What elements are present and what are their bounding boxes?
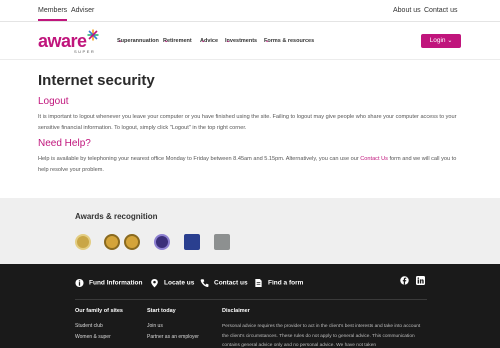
about-us-link[interactable]: About us <box>393 7 421 14</box>
find-a-form-link[interactable]: Find a form <box>254 278 303 288</box>
women-super-link[interactable]: Women & super <box>75 334 111 340</box>
facebook-icon[interactable] <box>400 276 409 285</box>
chevron-down-icon: ⌄ <box>201 38 206 44</box>
chevron-down-icon: ⌄ <box>447 38 453 44</box>
contact-us-link[interactable]: Contact us <box>424 7 457 14</box>
tab-adviser[interactable]: Adviser <box>71 7 94 14</box>
linkedin-icon[interactable] <box>416 276 425 285</box>
main-nav: aware SUPER Superannuation ⌄ Retirement ⌄ … <box>0 22 500 60</box>
map-pin-icon <box>151 278 158 288</box>
award-badge-icon <box>75 234 91 250</box>
help-paragraph: Help is available by telephoning your ne… <box>38 154 468 176</box>
logout-paragraph: It is important to logout whenever you l… <box>38 114 457 131</box>
quick-link-label: Contact us <box>214 279 248 287</box>
nav-label: Forms & resources <box>264 38 315 44</box>
help-heading: Need Help? <box>38 138 91 149</box>
award-badge-icon <box>184 234 200 250</box>
document-icon <box>255 278 262 288</box>
info-icon <box>75 278 84 288</box>
disclaimer-text: Personal advice requires the provider to… <box>222 324 421 348</box>
award-badge-icon <box>154 234 170 250</box>
utility-bar: Members Adviser About us Contact us <box>0 0 500 22</box>
fund-information-link[interactable]: Fund Information <box>75 278 142 288</box>
award-badge-icon <box>104 234 120 250</box>
logout-heading: Logout <box>38 96 69 107</box>
award-badge-icon <box>214 234 230 250</box>
awards-title: Awards & recognition <box>75 212 158 221</box>
start-today-heading: Start today <box>147 308 176 314</box>
logo-wordmark: aware <box>38 31 87 51</box>
contact-us-inline-link[interactable]: Contact Us <box>360 156 388 162</box>
nav-label: Superannuation <box>117 38 159 44</box>
awards-section: Awards & recognition <box>0 198 500 264</box>
chevron-down-icon: ⌄ <box>118 38 123 44</box>
quick-link-label: Find a form <box>268 279 304 287</box>
quick-link-label: Fund Information <box>89 279 143 287</box>
quick-link-label: Locate us <box>164 279 195 287</box>
chevron-down-icon: ⌄ <box>226 38 231 44</box>
logo-star-icon <box>87 29 99 41</box>
phone-icon <box>200 279 209 288</box>
aware-super-logo[interactable]: aware SUPER <box>38 29 100 54</box>
contact-us-footer-link[interactable]: Contact us <box>200 278 248 288</box>
chevron-down-icon: ⌄ <box>265 38 270 44</box>
award-badge-icon <box>124 234 140 250</box>
site-footer: Fund Information Locate us Contact us Fi… <box>0 264 500 348</box>
chevron-down-icon: ⌄ <box>164 38 169 44</box>
family-of-sites-heading: Our family of sites <box>75 308 123 314</box>
footer-divider <box>75 299 427 300</box>
join-us-link[interactable]: Join us <box>147 323 163 329</box>
logo-super-text: SUPER <box>74 49 96 54</box>
disclaimer-heading: Disclaimer <box>222 308 250 314</box>
locate-us-link[interactable]: Locate us <box>150 278 194 288</box>
partner-employer-link[interactable]: Partner as an employer <box>147 334 199 340</box>
page-title: Internet security <box>38 72 155 89</box>
tab-members[interactable]: Members <box>38 7 68 21</box>
student-club-link[interactable]: Student club <box>75 323 103 329</box>
help-text: Help is available by telephoning your ne… <box>38 156 361 162</box>
login-button[interactable]: Login ⌄ <box>421 34 461 48</box>
login-label: Login <box>429 37 446 44</box>
